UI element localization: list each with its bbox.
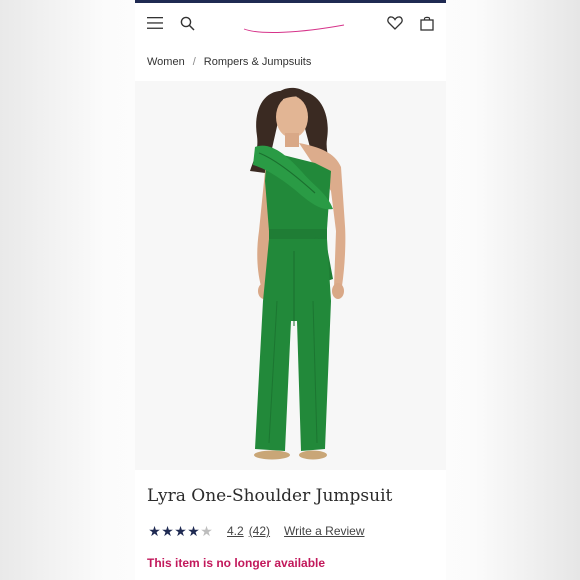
star-icon: ★ xyxy=(161,523,174,539)
brand-logo[interactable] xyxy=(240,9,350,35)
search-icon[interactable] xyxy=(177,13,197,33)
breadcrumb-separator: / xyxy=(192,56,196,68)
star-icon: ★ xyxy=(200,523,213,539)
star-icon: ★ xyxy=(174,523,187,539)
mobile-page: Women / Rompers & Jumpsuits Lyra One-Sho… xyxy=(135,0,446,580)
star-icon: ★ xyxy=(148,523,161,539)
breadcrumb-rompers-jumpsuits[interactable]: Rompers & Jumpsuits xyxy=(204,56,312,68)
star-icon: ★ xyxy=(187,523,200,539)
site-header xyxy=(135,3,446,43)
model-illustration xyxy=(250,87,346,460)
rating-row: ★ ★ ★ ★ ★ 4.2 (42) Write a Review xyxy=(148,521,443,541)
availability-status: This item is no longer available xyxy=(147,556,326,570)
star-rating[interactable]: ★ ★ ★ ★ ★ xyxy=(148,524,213,538)
write-review-link[interactable]: Write a Review xyxy=(284,524,364,538)
product-title: Lyra One-Shoulder Jumpsuit xyxy=(147,486,393,506)
logo-flourish xyxy=(243,24,345,33)
breadcrumb-women[interactable]: Women xyxy=(147,56,185,68)
product-image[interactable] xyxy=(135,81,446,470)
heart-icon[interactable] xyxy=(385,13,405,33)
breadcrumb: Women / Rompers & Jumpsuits xyxy=(135,43,446,81)
menu-icon[interactable] xyxy=(145,13,165,33)
review-count[interactable]: (42) xyxy=(249,524,270,538)
shopping-bag-icon[interactable] xyxy=(417,13,437,33)
rating-score[interactable]: 4.2 xyxy=(227,524,244,538)
